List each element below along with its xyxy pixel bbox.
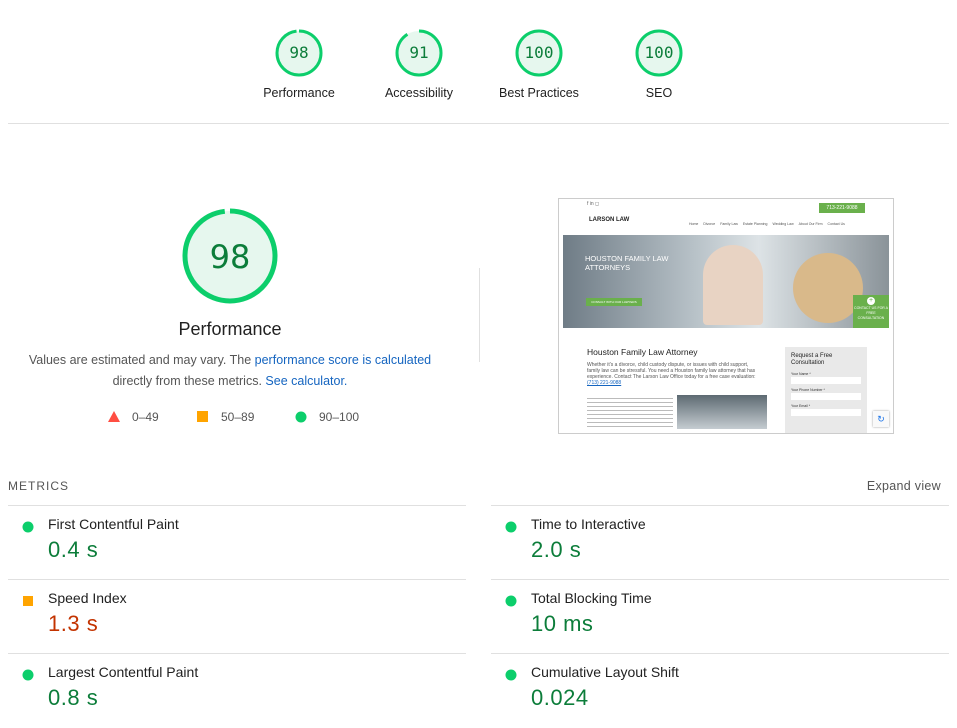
recaptcha-icon: ↻ bbox=[873, 411, 889, 427]
cta-box: + CONTACT US FOR A FREE CONSULTATION bbox=[853, 295, 889, 328]
site-paragraph: Whether it's a divorce, child custody di… bbox=[587, 362, 757, 386]
site-para-text: Whether it's a divorce, child custody di… bbox=[587, 362, 756, 380]
gauge-score: 98 bbox=[289, 43, 308, 62]
plus-icon: + bbox=[867, 297, 875, 305]
consult-form: Request a Free Consultation Your Name * … bbox=[785, 347, 867, 433]
pass-circle-icon bbox=[505, 595, 517, 607]
gauge-label: Performance bbox=[263, 86, 335, 100]
nav-item: Home bbox=[689, 222, 699, 226]
gauge-best-practices[interactable]: 100 Best Practices bbox=[479, 28, 599, 100]
hero-button: CONSULT WITH OUR LAWYERS bbox=[586, 298, 642, 306]
pass-circle-icon bbox=[505, 521, 517, 533]
divider bbox=[479, 268, 480, 362]
legend-label: 90–100 bbox=[319, 410, 360, 424]
form-field-label: Your Phone Number * bbox=[791, 388, 825, 392]
legend-average: 50–89 bbox=[197, 410, 254, 424]
legend-label: 50–89 bbox=[221, 410, 255, 424]
site-body-text bbox=[587, 395, 673, 429]
performance-gauge: 98 bbox=[182, 208, 278, 304]
metrics-heading: METRICS bbox=[8, 479, 69, 493]
site-heading: Houston Family Law Attorney bbox=[587, 347, 698, 357]
score-calculated-link[interactable]: performance score is calculated bbox=[255, 353, 431, 367]
nav-item: Wedding Law bbox=[772, 222, 794, 226]
pass-circle-icon bbox=[22, 669, 34, 681]
form-field bbox=[791, 377, 861, 384]
site-hero: HOUSTON FAMILY LAW ATTORNEYS CONSULT WIT… bbox=[563, 235, 889, 328]
gauge-performance[interactable]: 98 Performance bbox=[239, 28, 359, 100]
site-photo bbox=[677, 395, 767, 429]
gauge-ring: 100 bbox=[635, 29, 683, 77]
legend-label: 0–49 bbox=[132, 410, 159, 424]
site-phone-link: (713) 221-9088 bbox=[587, 380, 622, 386]
metric-value: 10 ms bbox=[531, 611, 594, 636]
nav-item: Family Law bbox=[720, 222, 738, 226]
metric-name: Cumulative Layout Shift bbox=[531, 664, 679, 680]
metric-cumulative-layout-shift: Cumulative Layout Shift 0.024 bbox=[491, 653, 949, 728]
metric-value: 0.024 bbox=[531, 685, 589, 710]
nav-item: Divorce bbox=[703, 222, 716, 226]
metric-value: 0.4 s bbox=[48, 537, 99, 562]
gauge-ring: 100 bbox=[515, 29, 563, 77]
gauge-label: Best Practices bbox=[499, 86, 579, 100]
pass-circle-icon bbox=[505, 669, 517, 681]
metric-name: Largest Contentful Paint bbox=[48, 664, 199, 680]
hero-title: HOUSTON FAMILY LAW ATTORNEYS bbox=[585, 254, 669, 272]
desc-text: directly from these metrics. bbox=[112, 374, 266, 388]
calculator-link[interactable]: See calculator. bbox=[265, 374, 347, 388]
pass-circle-icon bbox=[22, 521, 34, 533]
desc-text: Values are estimated and may vary. The bbox=[28, 353, 255, 367]
final-screenshot: f in ◻ 713-221-9088 LARSON LAW Home Divor… bbox=[558, 198, 894, 434]
gauge-accessibility[interactable]: 91 Accessibility bbox=[359, 28, 479, 100]
nav-item: About Our Firm bbox=[798, 222, 823, 226]
metric-name: Speed Index bbox=[48, 590, 127, 606]
category-summary: 98 Performance 91 Accessibility 100 Best… bbox=[8, 0, 949, 124]
metric-name: Total Blocking Time bbox=[531, 590, 652, 606]
gauge-label: Accessibility bbox=[384, 86, 454, 100]
gauge-ring: 91 bbox=[395, 29, 443, 77]
form-field-label: Your Name * bbox=[791, 372, 811, 376]
cta-text: CONTACT US FOR A FREE CONSULTATION bbox=[854, 306, 888, 320]
metric-name: Time to Interactive bbox=[531, 516, 646, 532]
metric-name: First Contentful Paint bbox=[48, 516, 179, 532]
metric-total-blocking-time: Total Blocking Time 10 ms bbox=[491, 579, 949, 654]
performance-title: Performance bbox=[178, 319, 282, 339]
legend-pass: 90–100 bbox=[295, 410, 359, 424]
metric-value: 1.3 s bbox=[48, 611, 99, 636]
metric-value: 2.0 s bbox=[531, 537, 582, 562]
performance-score: 98 bbox=[210, 238, 251, 276]
site-topbar: f in ◻ 713-221-9088 bbox=[559, 199, 893, 213]
legend-fail: 0–49 bbox=[108, 410, 159, 424]
metric-largest-contentful-paint: Largest Contentful Paint 0.8 s bbox=[8, 653, 466, 728]
metric-first-contentful-paint: First Contentful Paint 0.4 s bbox=[8, 505, 466, 580]
circle-icon bbox=[295, 411, 307, 423]
gauge-score: 100 bbox=[525, 43, 554, 62]
site-nav: Home Divorce Family Law Estate Planning Wedd… bbox=[689, 222, 889, 226]
score-description: Values are estimated and may vary. The p… bbox=[20, 350, 440, 392]
hero-child bbox=[703, 245, 763, 325]
site-logo: LARSON LAW bbox=[589, 217, 630, 223]
square-icon bbox=[197, 411, 208, 422]
nav-item: Contact Us bbox=[827, 222, 845, 226]
form-field bbox=[791, 409, 861, 416]
gauge-score: 91 bbox=[409, 43, 428, 62]
nav-item: Estate Planning bbox=[742, 222, 768, 226]
gauge-ring: 98 bbox=[275, 29, 323, 77]
gauge-seo[interactable]: 100 SEO bbox=[599, 28, 719, 100]
form-title: Request a Free Consultation bbox=[791, 353, 833, 366]
expand-view-toggle[interactable]: Expand view bbox=[867, 479, 941, 493]
triangle-icon bbox=[108, 411, 120, 422]
form-field bbox=[791, 393, 861, 400]
metric-speed-index: Speed Index 1.3 s bbox=[8, 579, 466, 654]
gauge-score: 100 bbox=[645, 43, 674, 62]
form-field-label: Your Email * bbox=[791, 404, 811, 408]
gauge-label: SEO bbox=[645, 86, 673, 100]
site-phone: 713-221-9088 bbox=[819, 203, 865, 213]
metric-time-to-interactive: Time to Interactive 2.0 s bbox=[491, 505, 949, 580]
average-square-icon bbox=[23, 596, 33, 606]
social-icons: f in ◻ bbox=[587, 201, 600, 207]
metric-value: 0.8 s bbox=[48, 685, 99, 710]
